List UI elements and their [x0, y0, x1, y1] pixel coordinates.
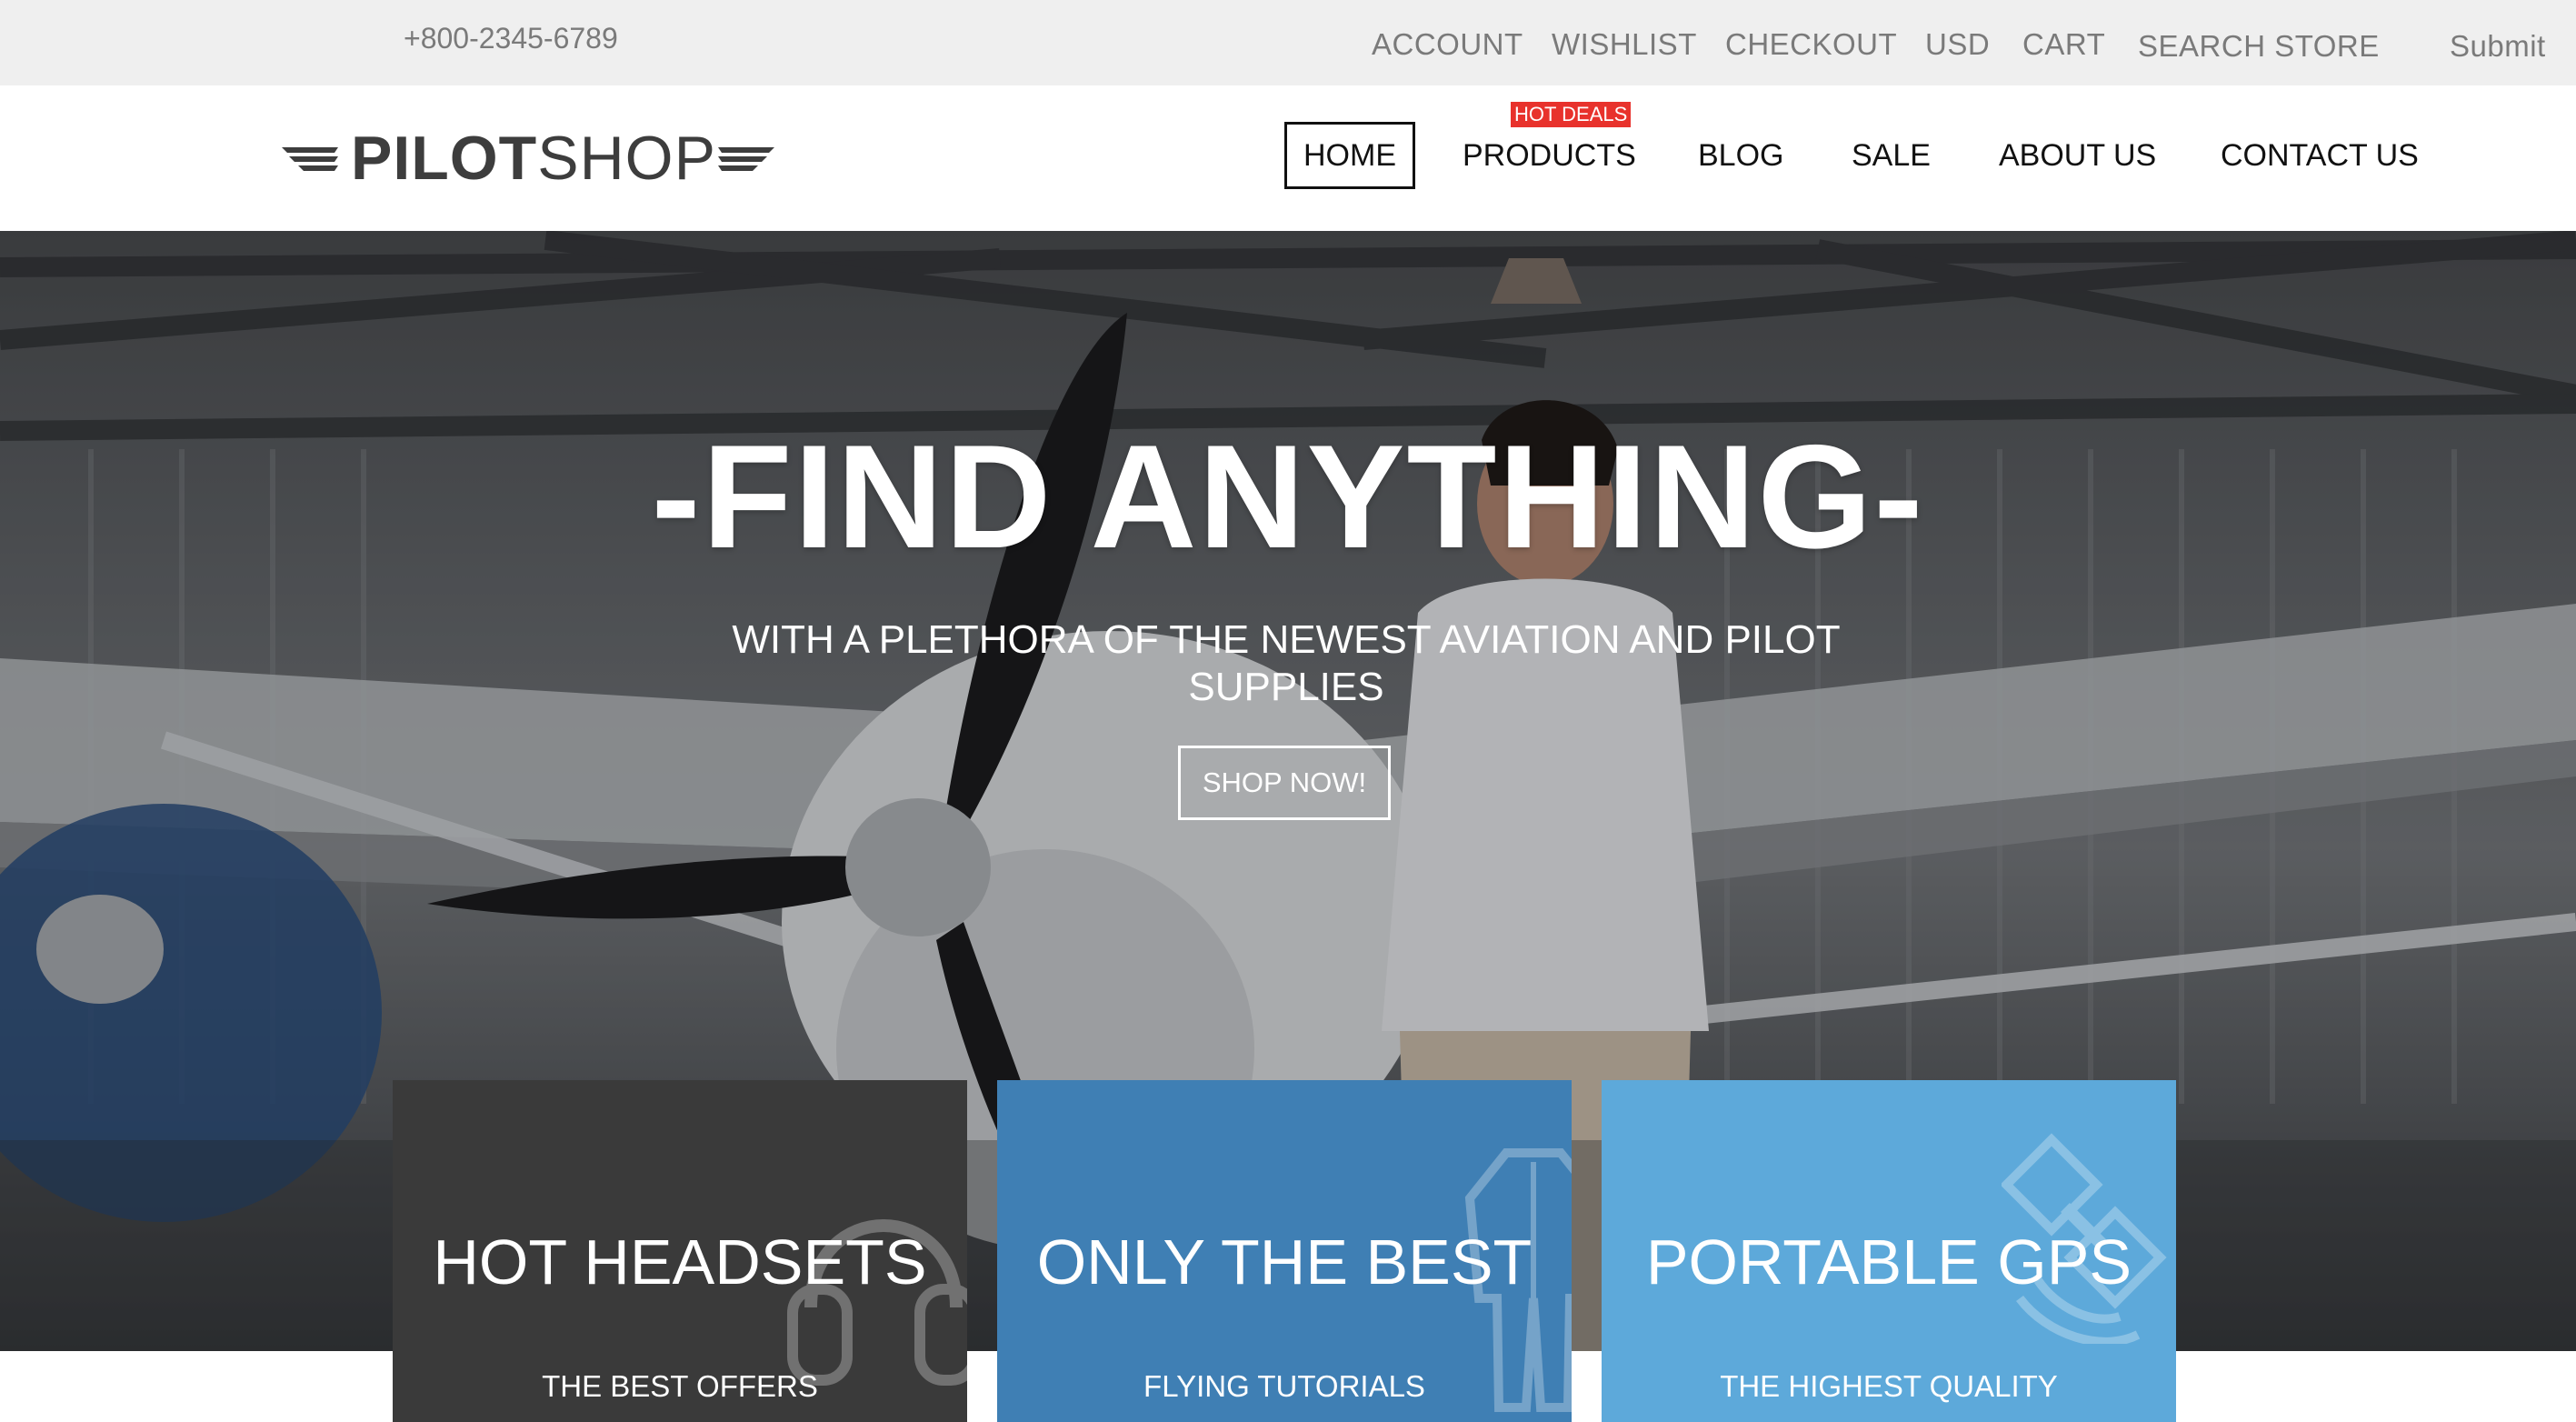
search-submit-button[interactable]: Submit — [2450, 29, 2546, 64]
nav-products[interactable]: PRODUCTS — [1463, 122, 1636, 189]
hero-subtitle: WITH A PLETHORA OF THE NEWEST AVIATION A… — [732, 617, 1841, 709]
nav-contact-us[interactable]: CONTACT US — [2221, 122, 2419, 189]
nav-home[interactable]: HOME — [1284, 122, 1415, 189]
nav-blog[interactable]: BLOG — [1698, 122, 1783, 189]
hero-title: -FIND ANYTHING- — [651, 415, 1925, 579]
main-header: PILOTSHOP HOME HOT DEALS PRODUCTS BLOG S… — [0, 85, 2576, 231]
top-utility-bar: +800-2345-6789 ACCOUNT WISHLIST CHECKOUT… — [0, 0, 2576, 85]
feature-card-tutorials[interactable]: ONLY THE BEST FLYING TUTORIALS — [997, 1080, 1572, 1422]
card-subtitle: THE HIGHEST QUALITY — [1720, 1369, 2058, 1403]
shop-now-button[interactable]: SHOP NOW! — [1178, 746, 1391, 820]
card-title: PORTABLE GPS — [1645, 1227, 2132, 1297]
card-subtitle: THE BEST OFFERS — [542, 1369, 818, 1403]
card-title: HOT HEADSETS — [433, 1227, 927, 1297]
nav-about-us[interactable]: ABOUT US — [1999, 122, 2156, 189]
currency-selector[interactable]: USD — [1925, 27, 1990, 62]
nav-sale[interactable]: SALE — [1852, 122, 1931, 189]
main-nav: HOME HOT DEALS PRODUCTS BLOG SALE ABOUT … — [0, 85, 2576, 231]
cart-link[interactable]: CART — [2022, 27, 2105, 62]
feature-card-gps[interactable]: PORTABLE GPS THE HIGHEST QUALITY — [1602, 1080, 2176, 1422]
account-link[interactable]: ACCOUNT — [1372, 27, 1523, 62]
checkout-link[interactable]: CHECKOUT — [1725, 27, 1897, 62]
card-title: ONLY THE BEST — [1036, 1227, 1533, 1297]
card-subtitle: FLYING TUTORIALS — [1143, 1369, 1425, 1403]
feature-card-headsets[interactable]: HOT HEADSETS THE BEST OFFERS — [393, 1080, 967, 1422]
search-input[interactable]: SEARCH STORE — [2138, 29, 2380, 64]
wishlist-link[interactable]: WISHLIST — [1552, 27, 1697, 62]
top-links: ACCOUNT WISHLIST CHECKOUT USD CART SEARC… — [0, 27, 2576, 64]
